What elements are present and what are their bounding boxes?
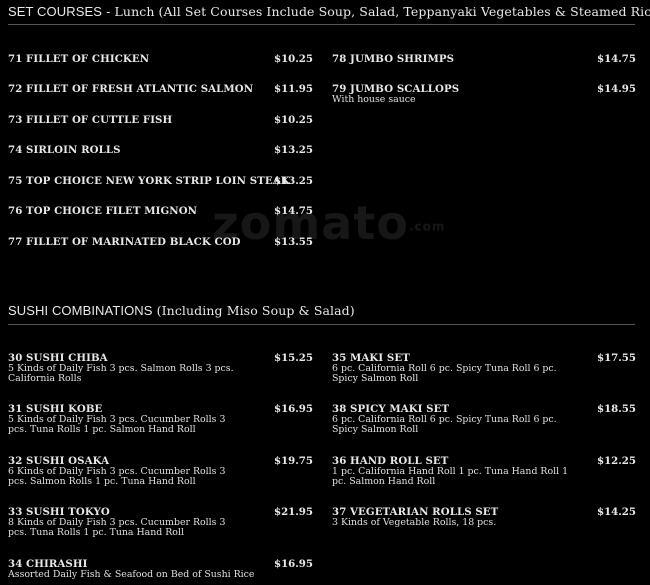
menu-item: 30 SUSHI CHIBA 5 Kinds of Daily Fish 3 p… (8, 353, 313, 385)
menu-item: 75 TOP CHOICE NEW YORK STRIP LOIN STEAK … (8, 176, 313, 187)
menu-item-description: 8 Kinds of Daily Fish 3 pcs. Cucumber Ro… (8, 516, 226, 538)
menu-item-description: Assorted Daily Fish & Seafood on Bed of … (8, 568, 255, 580)
menu-item: 73 FILLET OF CUTTLE FISH $10.25 (8, 115, 313, 126)
menu-item-name: 78 JUMBO SHRIMPS (332, 53, 455, 65)
set-courses-title-rest: - Lunch (All Set Courses Include Soup, S… (102, 4, 650, 19)
menu-item-price: $11.95 (274, 83, 313, 95)
menu-item: 36 HAND ROLL SET 1 pc. California Hand R… (332, 456, 636, 488)
set-courses-divider (8, 24, 635, 25)
menu-item-name: 36 HAND ROLL SET (332, 455, 449, 467)
menu-item-description: 5 Kinds of Daily Fish 3 pcs. Salmon Roll… (8, 362, 234, 384)
sushi-combinations-title: SUSHI COMBINATIONS (Including Miso Soup … (8, 303, 355, 318)
menu-item-price: $15.25 (274, 352, 313, 364)
menu-item-name: 73 FILLET OF CUTTLE FISH (8, 114, 173, 126)
menu-item-price: $12.25 (597, 455, 636, 467)
menu-item-description: 6 pc. California Roll 6 pc. Spicy Tuna R… (332, 362, 557, 384)
menu-item-description: 3 Kinds of Vegetable Rolls, 18 pcs. (332, 516, 497, 528)
menu-item-price: $16.95 (274, 403, 313, 415)
watermark-text: zomato (212, 196, 409, 250)
menu-item-name: 74 SIRLOIN ROLLS (8, 144, 121, 156)
menu-item-price: $13.25 (274, 144, 313, 156)
menu-item-price: $17.55 (597, 352, 636, 364)
menu-item: 71 FILLET OF CHICKEN $10.25 (8, 54, 313, 65)
menu-item-price: $19.75 (274, 455, 313, 467)
menu-item: 35 MAKI SET 6 pc. California Roll 6 pc. … (332, 353, 636, 385)
menu-item-name: 31 SUSHI KOBE (8, 403, 103, 415)
menu-item-price: $16.95 (274, 558, 313, 570)
menu-item-name: 38 SPICY MAKI SET (332, 403, 450, 415)
menu-item-name: 71 FILLET OF CHICKEN (8, 53, 150, 65)
menu-item: 79 JUMBO SCALLOPS With house sauce $14.9… (332, 84, 636, 105)
watermark-suffix: .com (408, 219, 446, 234)
menu-item: 38 SPICY MAKI SET 6 pc. California Roll … (332, 404, 636, 436)
menu-item-description: 6 pc. California Roll 6 pc. Spicy Tuna R… (332, 413, 557, 435)
menu-item-price: $10.25 (274, 53, 313, 65)
menu-item: 32 SUSHI OSAKA 6 Kinds of Daily Fish 3 p… (8, 456, 313, 488)
menu-item-price: $18.55 (597, 403, 636, 415)
menu-item: 33 SUSHI TOKYO 8 Kinds of Daily Fish 3 p… (8, 507, 313, 539)
menu-item-name: 37 VEGETARIAN ROLLS SET (332, 506, 499, 518)
menu-item-name: 33 SUSHI TOKYO (8, 506, 110, 518)
sushi-divider (8, 324, 635, 325)
menu-item-price: $14.95 (597, 83, 636, 95)
menu-item-description: 6 Kinds of Daily Fish 3 pcs. Cucumber Ro… (8, 465, 226, 487)
menu-item-name: 79 JUMBO SCALLOPS (332, 83, 460, 95)
menu-item-price: $14.25 (597, 506, 636, 518)
menu-item: 78 JUMBO SHRIMPS $14.75 (332, 54, 636, 65)
menu-item-name: 30 SUSHI CHIBA (8, 352, 108, 364)
menu-item-name: 75 TOP CHOICE NEW YORK STRIP LOIN STEAK (8, 175, 290, 187)
menu-item-description: 5 Kinds of Daily Fish 3 pcs. Cucumber Ro… (8, 413, 226, 435)
menu-item: 72 FILLET OF FRESH ATLANTIC SALMON $11.9… (8, 84, 313, 95)
menu-item-name: 72 FILLET OF FRESH ATLANTIC SALMON (8, 83, 254, 95)
sushi-title-rest: (Including Miso Soup & Salad) (152, 303, 355, 318)
menu-item-description: With house sauce (332, 93, 416, 105)
menu-item-price: $10.25 (274, 114, 313, 126)
menu-item: 34 CHIRASHI Assorted Daily Fish & Seafoo… (8, 559, 313, 580)
sushi-title-lead: SUSHI COMBINATIONS (8, 303, 153, 318)
set-courses-title: SET COURSES - Lunch (All Set Courses Inc… (8, 4, 650, 19)
menu-item-name: 34 CHIRASHI (8, 558, 88, 570)
watermark-logo: zomato.com (212, 196, 445, 250)
menu-item-price: $13.25 (274, 175, 313, 187)
menu-item: 74 SIRLOIN ROLLS $13.25 (8, 145, 313, 156)
menu-item-name: 32 SUSHI OSAKA (8, 455, 110, 467)
menu-item-description: 1 pc. California Hand Roll 1 pc. Tuna Ha… (332, 465, 569, 487)
set-courses-title-lead: SET COURSES (8, 4, 103, 19)
menu-item: 31 SUSHI KOBE 5 Kinds of Daily Fish 3 pc… (8, 404, 313, 436)
menu-item-price: $21.95 (274, 506, 313, 518)
menu-item-name: 35 MAKI SET (332, 352, 410, 364)
menu-item-price: $14.75 (597, 53, 636, 65)
menu-item: 37 VEGETARIAN ROLLS SET 3 Kinds of Veget… (332, 507, 636, 528)
